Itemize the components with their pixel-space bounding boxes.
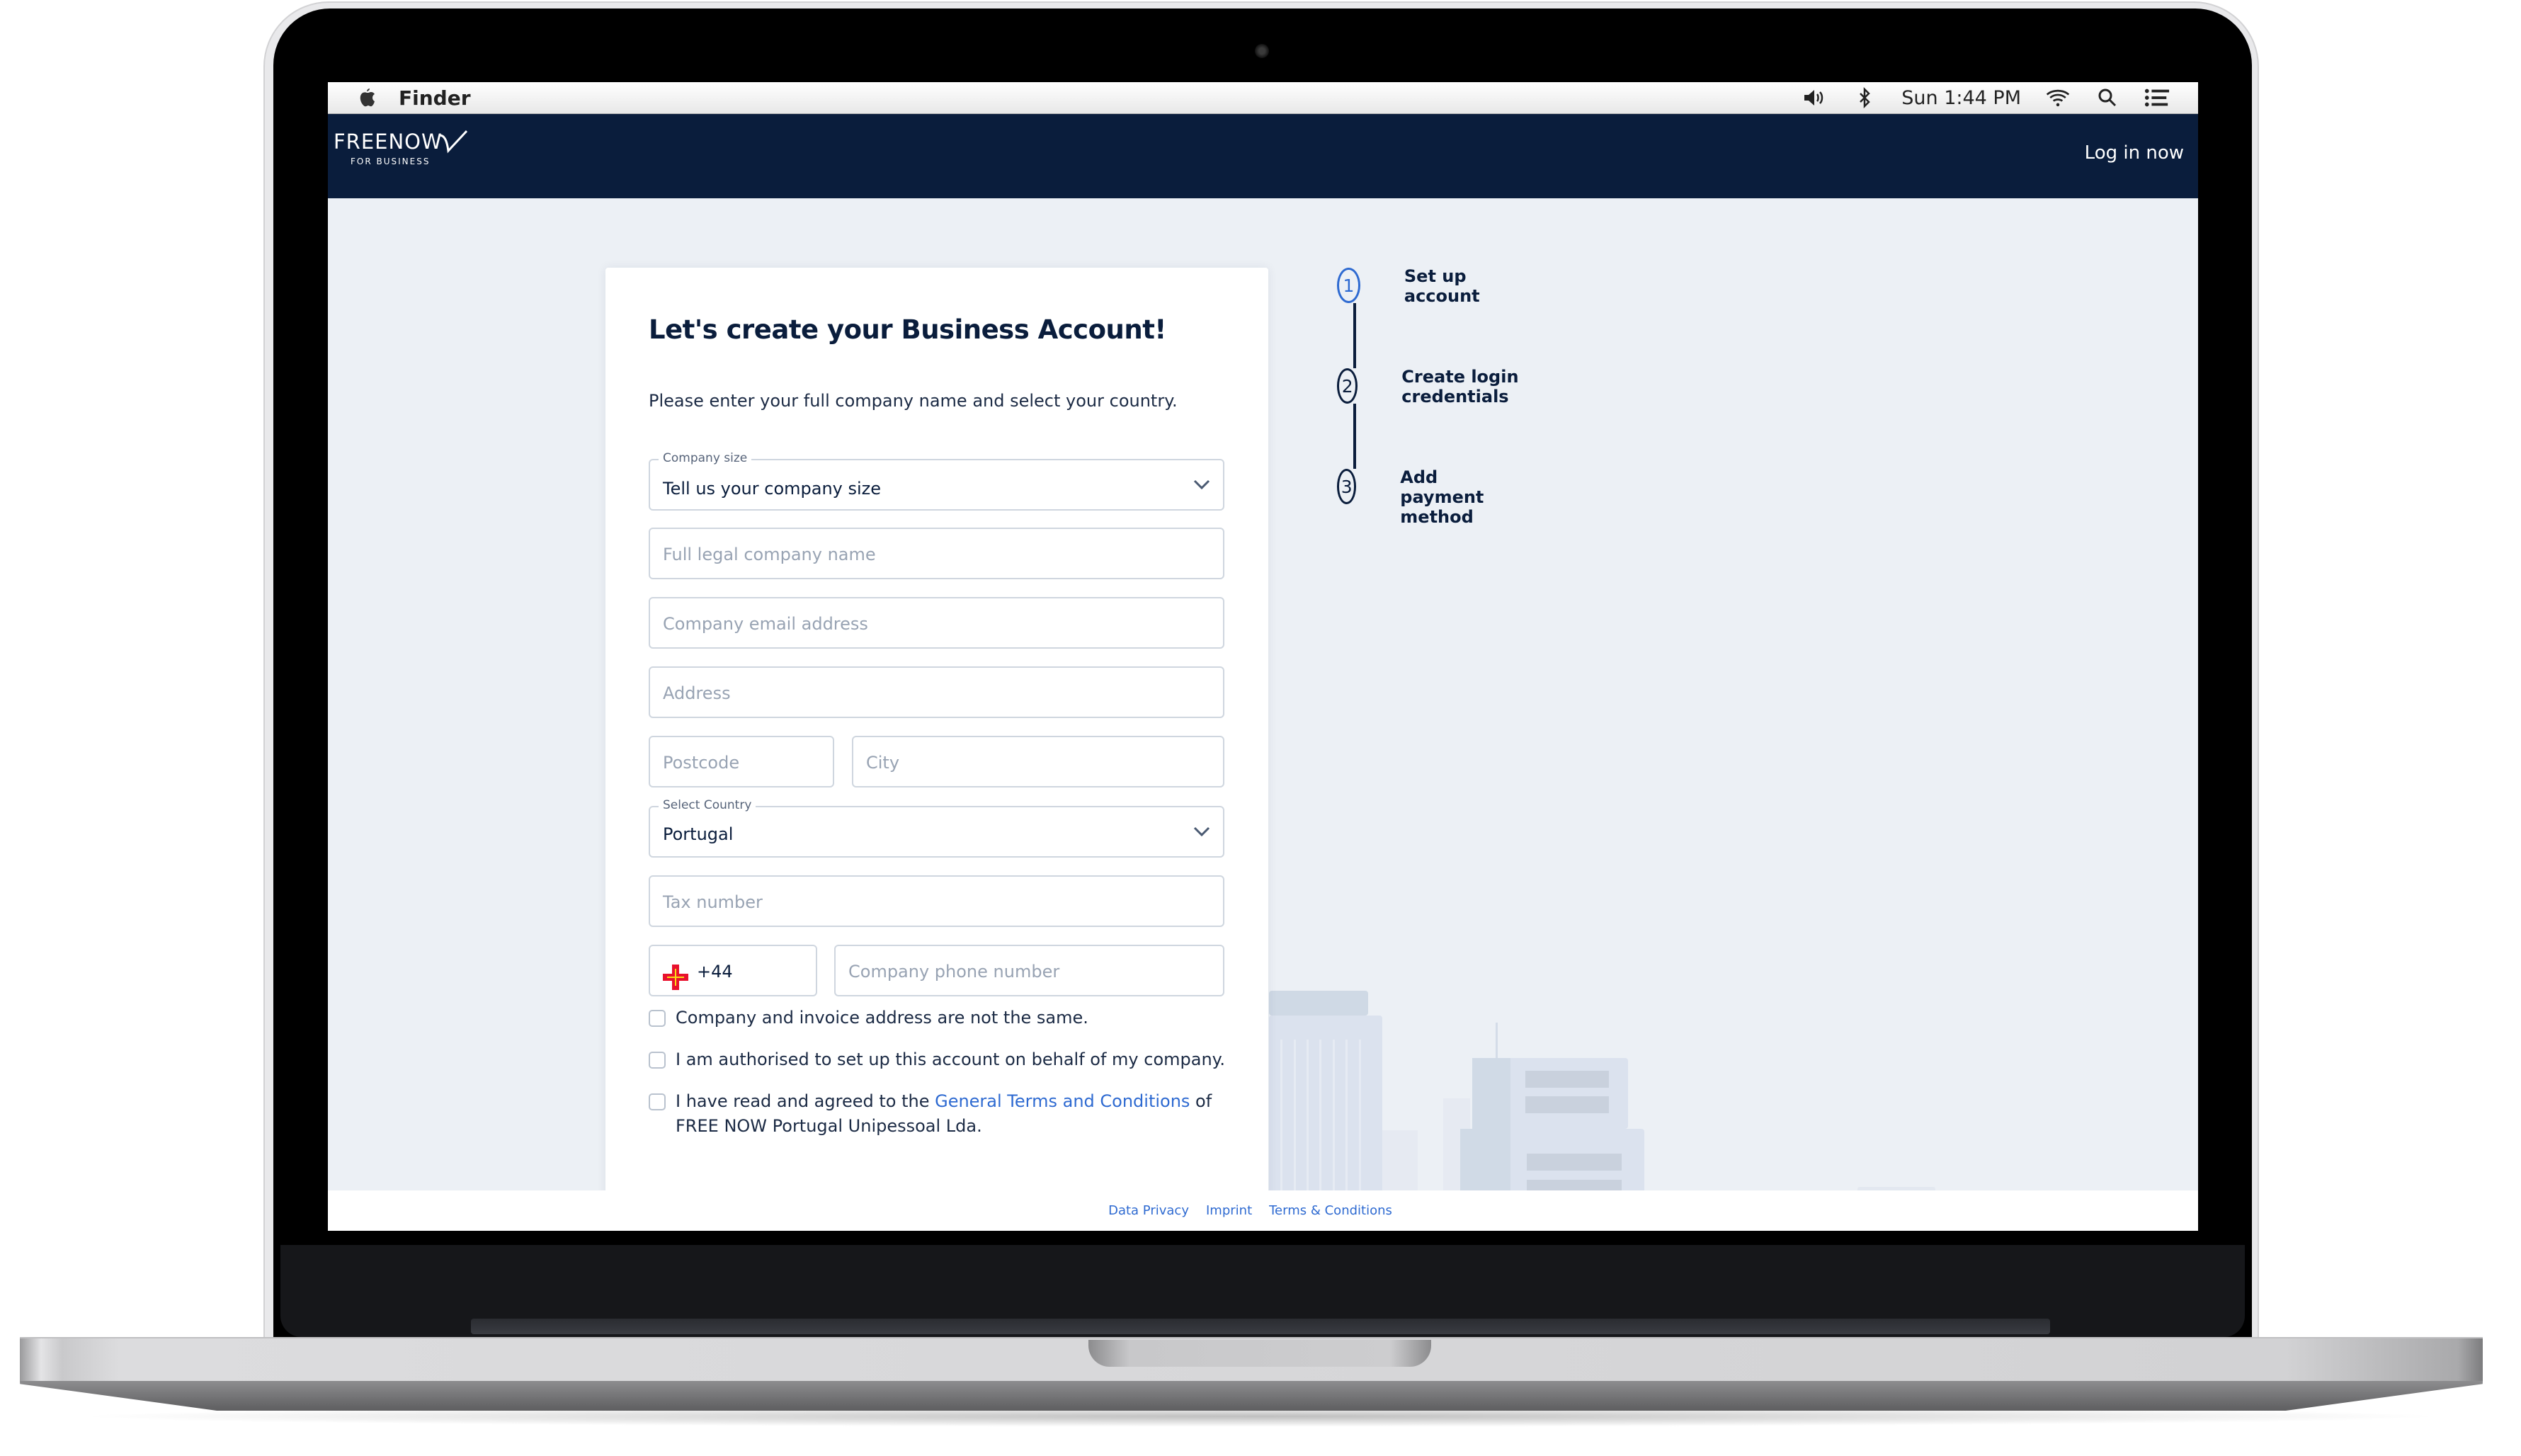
- menu-bar-clock[interactable]: Sun 1:44 PM: [1901, 87, 2021, 109]
- step-number-1: 1: [1337, 268, 1360, 303]
- building-right: [1401, 1023, 1644, 1207]
- data-privacy-link[interactable]: Data Privacy: [1108, 1203, 1189, 1218]
- phone-country-code: +44: [697, 962, 733, 982]
- screen: Finder Sun 1:44 PM FREENOW FOR BUSINESS …: [328, 82, 2198, 1231]
- macos-menu-bar: Finder Sun 1:44 PM: [328, 82, 2198, 114]
- apple-icon[interactable]: [356, 86, 377, 109]
- step-number-2: 2: [1337, 368, 1358, 404]
- step-label: Set up account: [1404, 266, 1480, 306]
- terms-conditions-link[interactable]: Terms & Conditions: [1269, 1203, 1392, 1218]
- city-placeholder: City: [866, 753, 900, 773]
- phone-country-code-select[interactable]: +44: [649, 945, 817, 996]
- step-add-payment-method: 3 Add payment method: [1337, 467, 1500, 527]
- address-placeholder: Address: [663, 683, 731, 703]
- active-app-name[interactable]: Finder: [399, 86, 471, 110]
- country-select[interactable]: Select Country Portugal: [649, 798, 1224, 858]
- company-size-select[interactable]: Company size Tell us your company size: [649, 451, 1224, 511]
- chevron-down-icon: [1193, 479, 1210, 490]
- step-number-3: 3: [1337, 469, 1357, 504]
- postcode-placeholder: Postcode: [663, 753, 740, 773]
- tax-number-field[interactable]: Tax number: [649, 875, 1224, 927]
- building-tall-left: [1269, 991, 1382, 1202]
- laptop-hinge: [471, 1319, 2050, 1334]
- building-faded-background: [1382, 1098, 1470, 1201]
- postcode-field[interactable]: Postcode: [649, 736, 834, 787]
- company-email-field[interactable]: Company email address: [649, 597, 1224, 649]
- wifi-icon[interactable]: [2045, 86, 2071, 109]
- logo-checkmark-icon: [439, 130, 468, 154]
- address-field[interactable]: Address: [649, 666, 1224, 718]
- city-field[interactable]: City: [852, 736, 1224, 787]
- webcam: [1255, 44, 1269, 58]
- volume-icon[interactable]: [1802, 86, 1828, 109]
- invoice-address-checkbox[interactable]: [649, 1010, 666, 1027]
- company-email-placeholder: Company email address: [663, 614, 868, 634]
- company-name-placeholder: Full legal company name: [663, 545, 876, 564]
- terms-checkbox[interactable]: [649, 1093, 666, 1110]
- signup-form-card: Let's create your Business Account! Plea…: [605, 268, 1268, 1231]
- form-intro-text: Please enter your full company name and …: [649, 391, 1178, 411]
- terms-checkbox-label: I have read and agreed to the General Te…: [676, 1089, 1229, 1139]
- stepper-connector: [1353, 404, 1356, 469]
- menu-bar-status-area: Sun 1:44 PM: [1802, 86, 2170, 109]
- company-size-label: Company size: [659, 451, 752, 465]
- terms-checkbox-row[interactable]: I have read and agreed to the General Te…: [649, 1089, 1229, 1139]
- step-create-login-credentials: 2 Create login credentials: [1337, 367, 1523, 406]
- terms-label-prefix: I have read and agreed to the: [676, 1091, 935, 1111]
- logo-subtitle: FOR BUSINESS: [351, 157, 431, 166]
- tax-number-placeholder: Tax number: [663, 892, 763, 912]
- laptop-thumb-notch: [1088, 1340, 1431, 1367]
- spotlight-search-icon[interactable]: [2095, 86, 2120, 109]
- stepper-connector: [1353, 303, 1356, 368]
- guernsey-flag-icon: [663, 965, 688, 990]
- log-in-now-link[interactable]: Log in now: [2085, 142, 2184, 164]
- authorised-checkbox[interactable]: [649, 1052, 666, 1069]
- country-label: Select Country: [659, 798, 756, 812]
- chevron-down-icon: [1193, 826, 1210, 837]
- logo-wordmark: FREENOW: [334, 130, 443, 154]
- company-size-value: Tell us your company size: [663, 479, 882, 499]
- footer-links: Data Privacy Imprint Terms & Conditions: [1108, 1203, 1392, 1218]
- invoice-address-checkbox-label: Company and invoice address are not the …: [676, 1008, 1088, 1028]
- country-value: Portugal: [663, 824, 734, 844]
- company-name-field[interactable]: Full legal company name: [649, 528, 1224, 579]
- page-footer: Data Privacy Imprint Terms & Conditions: [328, 1190, 2198, 1231]
- bluetooth-icon[interactable]: [1852, 86, 1877, 109]
- notification-list-icon[interactable]: [2144, 86, 2170, 109]
- company-phone-field[interactable]: Company phone number: [834, 945, 1224, 996]
- step-label: Create login credentials: [1401, 367, 1519, 406]
- step-set-up-account: 1 Set up account: [1337, 266, 1492, 306]
- company-phone-placeholder: Company phone number: [848, 962, 1060, 982]
- freenow-logo[interactable]: FREENOW FOR BUSINESS: [334, 130, 468, 166]
- page-title: Let's create your Business Account!: [649, 314, 1166, 345]
- step-label: Add payment method: [1400, 467, 1484, 527]
- app-header: FREENOW FOR BUSINESS Log in now: [328, 114, 2198, 198]
- invoice-address-checkbox-row[interactable]: Company and invoice address are not the …: [649, 1006, 1229, 1030]
- authorised-checkbox-row[interactable]: I am authorised to set up this account o…: [649, 1047, 1229, 1072]
- authorised-checkbox-label: I am authorised to set up this account o…: [676, 1050, 1226, 1069]
- imprint-link[interactable]: Imprint: [1206, 1203, 1252, 1218]
- laptop-base-lower: [20, 1381, 2483, 1411]
- general-terms-link[interactable]: General Terms and Conditions: [935, 1091, 1190, 1111]
